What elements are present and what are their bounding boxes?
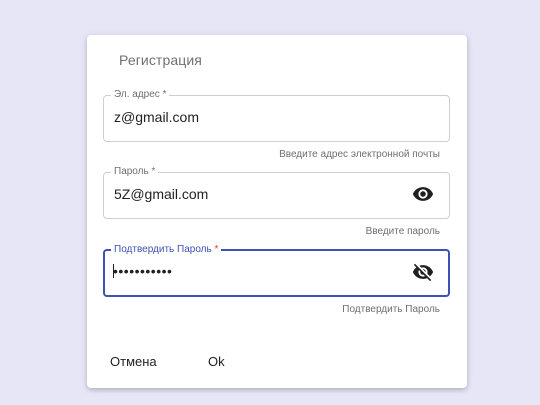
- required-mark: *: [151, 166, 156, 177]
- eye-icon[interactable]: [412, 183, 434, 205]
- required-mark: *: [162, 89, 167, 100]
- confirm-password-dots: •••••••••••: [113, 263, 173, 279]
- email-helper-text: Введите адрес электронной почты: [279, 149, 440, 160]
- confirm-password-input[interactable]: •••••••••••: [113, 263, 172, 279]
- ok-button[interactable]: Ok: [202, 350, 231, 373]
- password-field-label: Пароль *: [114, 166, 156, 177]
- confirm-password-field-label: Подтвердить Пароль *: [114, 244, 219, 255]
- dialog-title: Регистрация: [119, 52, 202, 68]
- email-field-label: Эл. адрес *: [114, 89, 167, 100]
- eye-off-icon[interactable]: [412, 261, 434, 283]
- email-input[interactable]: z@gmail.com: [114, 109, 199, 125]
- registration-dialog: Регистрация Эл. адрес * z@gmail.com Введ…: [87, 35, 467, 388]
- email-field[interactable]: Эл. адрес * z@gmail.com: [103, 90, 450, 142]
- cancel-button[interactable]: Отмена: [104, 350, 163, 373]
- required-mark: *: [214, 244, 219, 255]
- password-helper-text: Введите пароль: [365, 226, 440, 237]
- confirm-password-field[interactable]: Подтвердить Пароль * •••••••••••: [103, 245, 450, 297]
- password-field[interactable]: Пароль * 5Z@gmail.com: [103, 167, 450, 219]
- password-input[interactable]: 5Z@gmail.com: [114, 186, 208, 202]
- confirm-password-helper-text: Подтвердить Пароль: [342, 304, 440, 315]
